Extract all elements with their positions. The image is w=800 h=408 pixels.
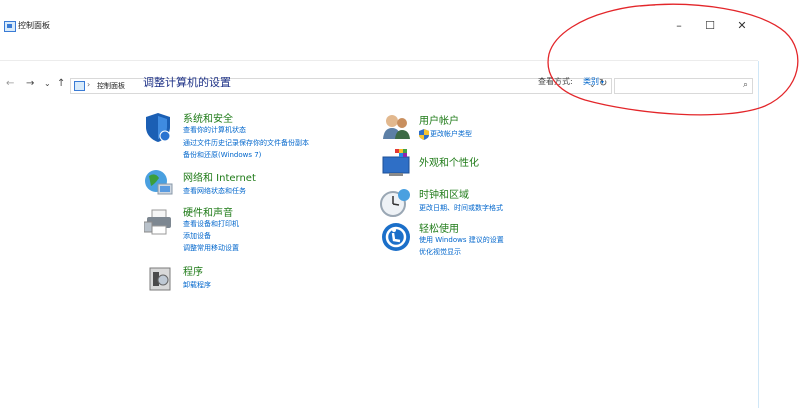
link-change-account-type[interactable]: 更改帐户类型	[430, 129, 472, 139]
up-button[interactable]: ↑	[57, 78, 65, 89]
title-bar: 控制面板 – ☐ ✕	[0, 0, 800, 34]
breadcrumb-control-panel[interactable]: 控制面板	[97, 81, 125, 91]
search-icon[interactable]: ⌕	[743, 80, 748, 90]
search-box[interactable]: ⌕	[614, 78, 753, 94]
forward-button[interactable]: →	[26, 78, 34, 89]
close-button[interactable]: ✕	[734, 19, 750, 33]
page-heading: 调整计算机的设置	[143, 76, 231, 89]
monitor-palette-icon	[382, 149, 410, 176]
link-view-computer-status[interactable]: 查看你的计算机状态	[183, 125, 246, 135]
window-edge	[758, 61, 759, 408]
window-title: 控制面板	[18, 21, 50, 30]
recent-locations-button[interactable]: ⌄	[44, 79, 51, 88]
link-devices-printers[interactable]: 查看设备和打印机	[183, 219, 239, 229]
programs-icon	[149, 267, 171, 291]
maximize-button[interactable]: ☐	[702, 19, 718, 33]
control-panel-icon	[74, 81, 85, 91]
divider	[0, 60, 758, 61]
breadcrumb-separator: ›	[87, 80, 91, 89]
control-panel-icon	[4, 21, 16, 32]
link-mobility-settings[interactable]: 调整常用移动设置	[183, 243, 239, 253]
link-backup-restore[interactable]: 备份和还原(Windows 7)	[183, 150, 261, 160]
address-bar-row: ← → ⌄ ↑ › 控制面板 ⌄ ↻ ⌕	[0, 38, 800, 94]
link-network-status[interactable]: 查看网络状态和任务	[183, 186, 246, 196]
category-network-internet[interactable]: 网络和 Internet	[183, 169, 256, 184]
shield-icon	[146, 113, 171, 142]
accessibility-icon	[382, 223, 410, 251]
printer-icon	[144, 209, 171, 235]
users-icon	[383, 115, 410, 139]
category-user-accounts[interactable]: 用户帐户	[419, 112, 459, 127]
link-uninstall-program[interactable]: 卸载程序	[183, 280, 211, 290]
link-optimize-display[interactable]: 优化视觉显示	[419, 247, 461, 257]
back-button[interactable]: ←	[6, 78, 14, 89]
clock-icon	[380, 189, 410, 217]
category-system-security[interactable]: 系统和安全	[183, 110, 233, 125]
view-by-dropdown[interactable]: 类别	[583, 76, 604, 87]
link-recommended-settings[interactable]: 使用 Windows 建议的设置	[419, 235, 504, 245]
view-by-label: 查看方式:	[538, 77, 573, 86]
link-add-device[interactable]: 添加设备	[183, 231, 211, 241]
category-ease-of-access[interactable]: 轻松使用	[419, 220, 459, 235]
category-appearance[interactable]: 外观和个性化	[419, 154, 479, 169]
category-clock-region[interactable]: 时钟和区域	[419, 186, 469, 201]
link-file-history-backup[interactable]: 通过文件历史记录保存你的文件备份副本	[183, 138, 309, 148]
uac-shield-icon	[419, 129, 429, 140]
link-date-time-format[interactable]: 更改日期、时间或数字格式	[419, 203, 503, 213]
globe-icon	[145, 170, 173, 195]
minimize-button[interactable]: –	[671, 19, 687, 33]
category-hardware-sound[interactable]: 硬件和声音	[183, 204, 233, 219]
category-programs[interactable]: 程序	[183, 263, 203, 278]
